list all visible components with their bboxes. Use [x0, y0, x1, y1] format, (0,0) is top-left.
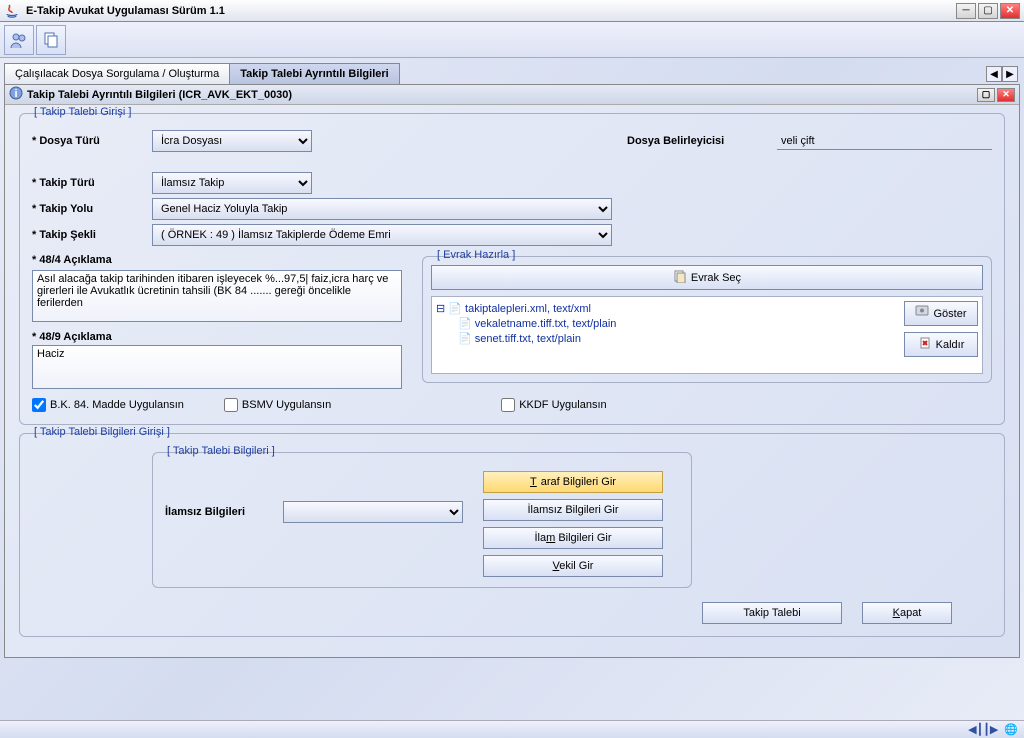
dosya-belirleyicisi-input[interactable] [777, 133, 992, 150]
inner-window-title: Takip Talebi Ayrıntılı Bilgileri (ICR_AV… [27, 89, 292, 101]
status-net-icon: 🌐 [1004, 723, 1018, 736]
bsmv-checkbox-label[interactable]: BSMV Uygulansın [224, 398, 331, 412]
group1-title: Takip Talebi Girişi [30, 106, 135, 118]
takip-sekli-label: * Takip Şekli [32, 229, 132, 241]
bk84-checkbox-label[interactable]: B.K. 84. Madde Uygulansın [32, 398, 184, 412]
ilam-bilgileri-gir-button[interactable]: İlam Bilgileri Gir [483, 527, 663, 549]
takip-talebi-bilgileri-girisi-group: Takip Talebi Bilgileri Girişi Takip Tale… [19, 433, 1005, 637]
evrak-tree[interactable]: ⊟ 📄 takiptalepleri.xml, text/xml 📄 vekal… [436, 301, 898, 369]
kkdf-checkbox[interactable] [501, 398, 515, 412]
inner-close-button[interactable]: ✕ [997, 88, 1015, 102]
aciklama-489-textarea[interactable]: Haciz [32, 345, 402, 389]
inner-window-icon: i [9, 86, 23, 103]
svg-text:i: i [14, 88, 17, 100]
people-tool-button[interactable] [4, 25, 34, 55]
aciklama-484-textarea[interactable]: Asıl alacağa takip tarihinden itibaren i… [32, 270, 402, 322]
ilamsiz-bilgileri-select[interactable] [283, 501, 463, 523]
inner-window: i Takip Talebi Ayrıntılı Bilgileri (ICR_… [4, 84, 1020, 658]
view-icon [915, 305, 929, 322]
takip-turu-label: * Takip Türü [32, 177, 132, 189]
tree-child-node[interactable]: 📄 vekaletname.tiff.txt, text/plain [436, 316, 898, 331]
tree-root-node[interactable]: ⊟ 📄 takiptalepleri.xml, text/xml [436, 301, 898, 316]
dosya-turu-label: * Dosya Türü [32, 135, 132, 147]
status-bar: ◀┃┃▶ 🌐 [0, 720, 1024, 738]
takip-yolu-label: * Takip Yolu [32, 203, 132, 215]
aciklama-489-label: * 48/9 Açıklama [32, 331, 132, 343]
tree-child-node[interactable]: 📄 senet.tiff.txt, text/plain [436, 331, 898, 346]
aciklama-484-label: * 48/4 Açıklama [32, 254, 132, 266]
taraf-bilgileri-gir-button[interactable]: Taraf Bilgileri Gir [483, 471, 663, 493]
evrak-sec-button[interactable]: Evrak Seç [431, 265, 983, 290]
inner-maximize-button[interactable]: ▢ [977, 88, 995, 102]
group2-title: Takip Talebi Bilgileri Girişi [30, 426, 174, 438]
goster-button[interactable]: Göster [904, 301, 978, 326]
status-connect-icon: ◀┃┃▶ [968, 723, 998, 736]
delete-icon [918, 336, 932, 353]
takip-talebi-button[interactable]: Takip Talebi [702, 602, 842, 624]
copy-tool-button[interactable] [36, 25, 66, 55]
bk84-checkbox[interactable] [32, 398, 46, 412]
kapat-button[interactable]: Kapat [862, 602, 952, 624]
document-icon [673, 269, 687, 286]
inner-group-title: Takip Talebi Bilgileri [163, 445, 279, 457]
close-button[interactable]: ✕ [1000, 3, 1020, 19]
dosya-turu-select[interactable]: İcra Dosyası [152, 130, 312, 152]
takip-yolu-select[interactable]: Genel Haciz Yoluyla Takip [152, 198, 612, 220]
vekil-gir-button[interactable]: Vekil Gir [483, 555, 663, 577]
dosya-belirleyicisi-label: Dosya Belirleyicisi [627, 135, 767, 147]
maximize-button[interactable]: ▢ [978, 3, 998, 19]
takip-turu-select[interactable]: İlamsız Takip [152, 172, 312, 194]
minimize-button[interactable]: ─ [956, 3, 976, 19]
main-title-bar: E-Takip Avukat Uygulaması Sürüm 1.1 ─ ▢ … [0, 0, 1024, 22]
evrak-hazirla-group: Evrak Hazırla Evrak Seç ⊟ 📄 takiptaleple… [422, 256, 992, 383]
ilamsiz-bilgileri-label: İlamsız Bilgileri [165, 506, 275, 518]
inner-title-bar: i Takip Talebi Ayrıntılı Bilgileri (ICR_… [5, 85, 1019, 105]
ilamsiz-bilgileri-gir-button[interactable]: İlamsız Bilgileri Gir [483, 499, 663, 521]
tab-bar: Çalışılacak Dosya Sorgulama / Oluşturma … [0, 58, 1024, 84]
window-title: E-Takip Avukat Uygulaması Sürüm 1.1 [26, 5, 956, 17]
java-icon [4, 3, 20, 19]
takip-sekli-select[interactable]: ( ÖRNEK : 49 ) İlamsız Takiplerde Ödeme … [152, 224, 612, 246]
tab-next-button[interactable]: ▶ [1002, 66, 1018, 82]
tab-prev-button[interactable]: ◀ [986, 66, 1002, 82]
kkdf-checkbox-label[interactable]: KKDF Uygulansın [501, 398, 606, 412]
bsmv-checkbox[interactable] [224, 398, 238, 412]
kaldir-button[interactable]: Kaldır [904, 332, 978, 357]
evrak-title: Evrak Hazırla [433, 249, 519, 261]
tab-dosya-sorgulama[interactable]: Çalışılacak Dosya Sorgulama / Oluşturma [4, 63, 230, 84]
main-toolbar [0, 22, 1024, 58]
tab-takip-talebi[interactable]: Takip Talebi Ayrıntılı Bilgileri [229, 63, 400, 84]
takip-talebi-girisi-group: Takip Talebi Girişi * Dosya Türü İcra Do… [19, 113, 1005, 425]
takip-talebi-bilgileri-inner-group: Takip Talebi Bilgileri İlamsız Bilgileri… [152, 452, 692, 588]
